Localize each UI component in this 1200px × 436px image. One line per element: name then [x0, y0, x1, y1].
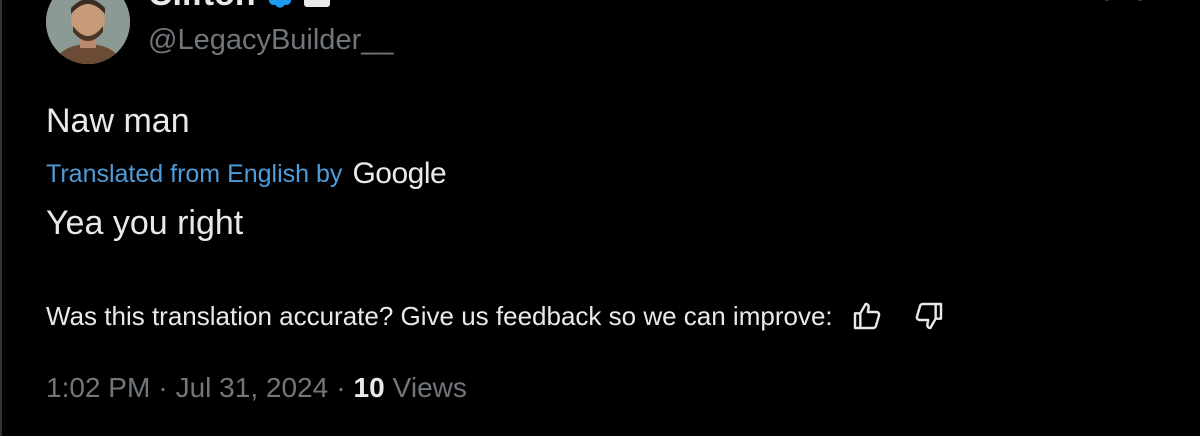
display-name[interactable]: Clifton: [148, 0, 256, 14]
translation-attribution: Translated from English by Google: [46, 156, 447, 192]
thumbs-up-icon[interactable]: [847, 296, 887, 336]
tweet-date[interactable]: Jul 31, 2024: [176, 370, 329, 406]
tweet-time[interactable]: 1:02 PM: [46, 370, 150, 406]
display-name-row: Clifton: [148, 0, 330, 14]
follow-button[interactable]: Follow: [1081, 0, 1170, 8]
verified-badge-icon[interactable]: [264, 0, 296, 10]
affiliate-badge-icon[interactable]: [303, 0, 330, 7]
tweet-meta: 1:02 PM · Jul 31, 2024 · 10 Views: [46, 368, 467, 408]
views-count: 10: [353, 372, 385, 403]
feedback-prompt: Was this translation accurate? Give us f…: [46, 301, 833, 331]
thumbs-down-icon[interactable]: [909, 296, 949, 336]
translated-text: Yea you right: [46, 204, 244, 242]
views-label: Views: [392, 372, 467, 403]
tweet-left-border: [0, 0, 2, 436]
tweet-text: Naw man: [46, 102, 190, 140]
meta-separator: ·: [336, 372, 346, 403]
google-logo: Google: [352, 157, 447, 190]
translation-feedback: Was this translation accurate? Give us f…: [46, 296, 949, 336]
translated-from-link[interactable]: Translated from English by: [46, 158, 342, 190]
user-handle[interactable]: @LegacyBuilder__: [148, 22, 393, 58]
meta-separator: ·: [158, 372, 168, 403]
avatar[interactable]: [46, 0, 130, 64]
person-avatar-icon: [46, 0, 130, 64]
